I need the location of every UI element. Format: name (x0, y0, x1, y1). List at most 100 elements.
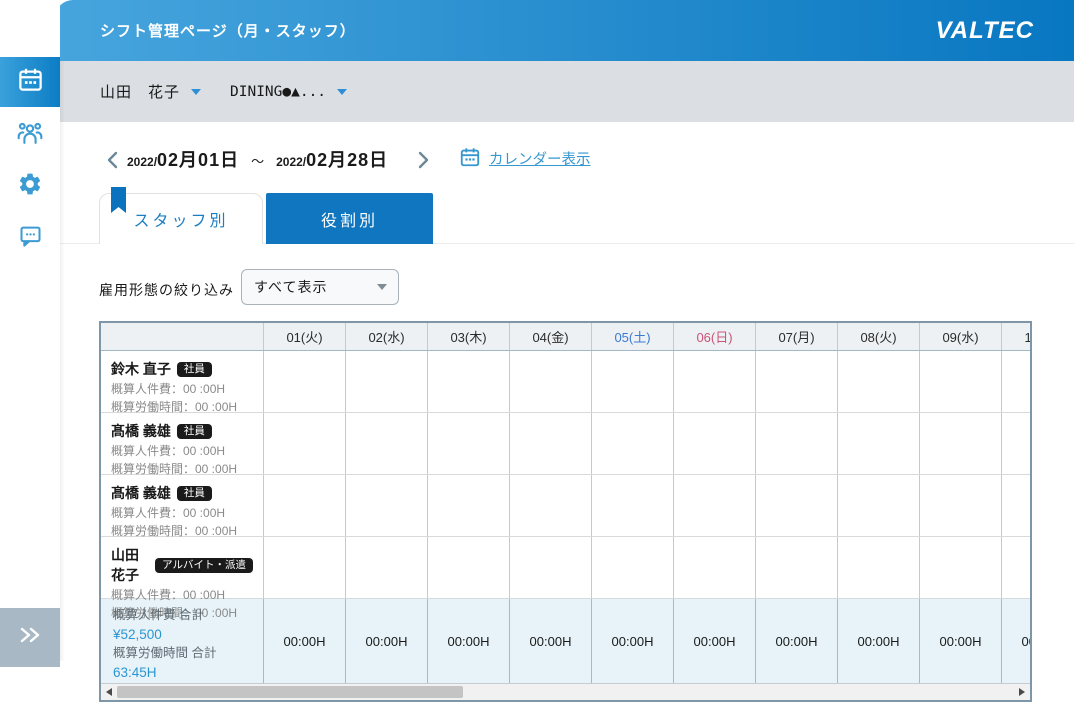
table-row: 髙橋 義雄 社員 概算人件費：00 :00H 概算労働時間：00 :00H (101, 413, 1030, 475)
end-year: 2022/ (276, 155, 306, 169)
shift-cell[interactable] (592, 475, 674, 536)
shift-cell[interactable] (920, 351, 1002, 412)
sidebar-item-staff[interactable] (0, 111, 60, 159)
shift-cell[interactable] (264, 413, 346, 474)
estimated-cost: 概算人件費：00 :00H (111, 381, 253, 397)
day-header: 04(金) (510, 323, 592, 350)
day-header: 10(木) (1002, 323, 1030, 350)
tab-role[interactable]: 役割別 (266, 193, 433, 244)
horizontal-scrollbar[interactable] (101, 683, 1030, 700)
selected-option: すべて表示 (254, 277, 327, 297)
employment-filter-select[interactable]: すべて表示 (241, 269, 399, 305)
sidebar-item-shift-calendar[interactable] (0, 57, 60, 107)
user-name: 山田 花子 (100, 81, 180, 102)
scroll-left-arrow[interactable] (106, 688, 112, 696)
shift-cell[interactable] (428, 537, 510, 598)
totals-row: 概算人件費 合計 ¥52,500 概算労働時間 合計 63:45H 00:00H… (101, 599, 1030, 683)
shift-cell[interactable] (756, 351, 838, 412)
total-hours-cell: 00:00H (346, 599, 428, 683)
shift-cell[interactable] (838, 475, 920, 536)
shift-cell[interactable] (1002, 413, 1030, 474)
shift-cell[interactable] (428, 413, 510, 474)
day-header: 09(水) (920, 323, 1002, 350)
shift-cell[interactable] (1002, 537, 1030, 598)
staff-name: 山田 花子 (111, 545, 149, 585)
tab-role-label: 役割別 (321, 207, 378, 231)
staff-column-header (101, 323, 264, 350)
shift-cell[interactable] (346, 351, 428, 412)
shift-cell[interactable] (264, 351, 346, 412)
shift-cell[interactable] (674, 537, 756, 598)
user-selector[interactable]: 山田 花子 (100, 61, 201, 122)
shift-cell[interactable] (756, 413, 838, 474)
total-cost-label: 概算人件費 合計 (113, 606, 251, 625)
shift-cell[interactable] (838, 537, 920, 598)
tab-staff-label: スタッフ別 (133, 207, 228, 231)
employment-badge: 社員 (177, 362, 212, 377)
valtec-logo: VALTEC (936, 0, 1034, 61)
shift-cell[interactable] (838, 351, 920, 412)
shift-cell[interactable] (510, 537, 592, 598)
panel-shadow (60, 61, 65, 661)
shift-cell[interactable] (674, 351, 756, 412)
shift-cell[interactable] (756, 537, 838, 598)
sidebar-item-settings[interactable] (0, 162, 60, 210)
shift-cell[interactable] (346, 475, 428, 536)
shift-cell[interactable] (838, 413, 920, 474)
shift-cell[interactable] (592, 413, 674, 474)
shift-cell[interactable] (510, 351, 592, 412)
shift-cell[interactable] (264, 537, 346, 598)
day-header: 08(火) (838, 323, 920, 350)
shift-cell[interactable] (1002, 351, 1030, 412)
estimated-cost: 概算人件費：00 :00H (111, 505, 253, 521)
shift-cell[interactable] (592, 537, 674, 598)
start-year: 2022/ (127, 155, 157, 169)
next-period-button[interactable] (413, 150, 433, 172)
shift-cell[interactable] (264, 475, 346, 536)
tab-staff[interactable]: スタッフ別 (99, 193, 263, 244)
scrollbar-thumb[interactable] (117, 686, 463, 698)
shift-cell[interactable] (674, 475, 756, 536)
day-header: 02(水) (346, 323, 428, 350)
total-hours-cell: 00:00H (920, 599, 1002, 683)
shift-cell[interactable] (920, 537, 1002, 598)
shift-cell[interactable] (674, 413, 756, 474)
shift-cell[interactable] (510, 413, 592, 474)
shift-cell[interactable] (1002, 475, 1030, 536)
staff-name: 鈴木 直子 (111, 359, 171, 379)
day-header: 01(火) (264, 323, 346, 350)
staff-name: 髙橋 義雄 (111, 483, 171, 503)
shift-cell[interactable] (428, 351, 510, 412)
table-row: 髙橋 義雄 社員 概算人件費：00 :00H 概算労働時間：00 :00H (101, 475, 1030, 537)
app-header: シフト管理ページ（月・スタッフ） VALTEC (55, 0, 1074, 61)
store-selector[interactable]: DINING●▲... (230, 61, 347, 122)
date-range: 2022/ 02月01日 ～ 2022/ 02月28日 (127, 146, 388, 172)
shift-cell[interactable] (756, 475, 838, 536)
total-hours-cell: 00:00H (838, 599, 920, 683)
shift-cell[interactable] (592, 351, 674, 412)
shift-cell[interactable] (920, 475, 1002, 536)
table-row: 山田 花子 アルバイト・派遣 概算人件費：00 :00H 概算労働時間：00 :… (101, 537, 1030, 599)
day-header-saturday: 05(土) (592, 323, 674, 350)
shift-table: 01(火) 02(水) 03(木) 04(金) 05(土) 06(日) 07(月… (99, 321, 1032, 702)
sidebar-expand-button[interactable] (0, 608, 60, 667)
shift-management-page: シフト管理ページ（月・スタッフ） VALTEC 山田 花子 DINING●▲..… (0, 0, 1074, 727)
prev-period-button[interactable] (102, 150, 122, 172)
day-header: 03(木) (428, 323, 510, 350)
shift-cell[interactable] (346, 413, 428, 474)
shift-cell[interactable] (920, 413, 1002, 474)
gear-icon (17, 171, 43, 202)
sidebar-item-messages[interactable] (0, 214, 60, 262)
scroll-right-arrow[interactable] (1019, 688, 1025, 696)
shift-cell[interactable] (428, 475, 510, 536)
total-hours-cell: 00:00H (756, 599, 838, 683)
staff-name: 髙橋 義雄 (111, 421, 171, 441)
chevron-down-icon (191, 89, 201, 95)
shift-cell[interactable] (346, 537, 428, 598)
employment-badge: 社員 (177, 486, 212, 501)
shift-cell[interactable] (510, 475, 592, 536)
total-hours-label: 概算労働時間 合計 (113, 644, 251, 663)
total-hours-cell: 00:00H (264, 599, 346, 683)
calendar-view-link[interactable]: カレンダー表示 (489, 148, 591, 169)
date-separator: ～ (251, 151, 264, 170)
